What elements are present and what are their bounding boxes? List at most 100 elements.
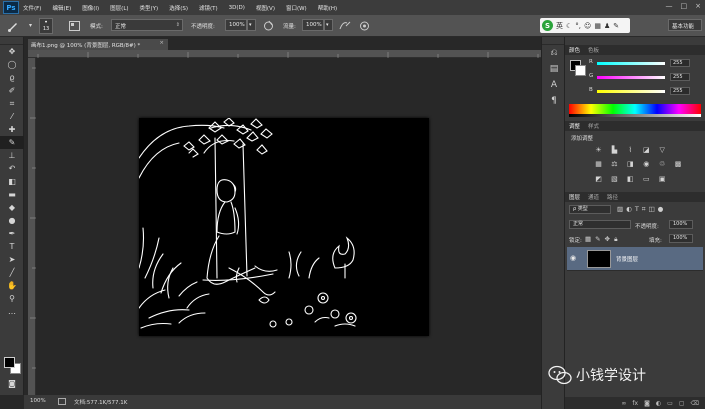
vertical-ruler[interactable]: [28, 58, 36, 395]
color-lookup-icon[interactable]: ▩: [673, 158, 684, 169]
opacity-input[interactable]: 100%: [225, 19, 247, 31]
flow-dropdown[interactable]: ▾: [324, 19, 333, 31]
moon-icon[interactable]: ☾: [566, 22, 572, 30]
sogou-icon[interactable]: S: [542, 20, 553, 31]
color-spectrum-bar[interactable]: [569, 104, 701, 114]
smart-filter-icon[interactable]: ◫: [648, 205, 654, 214]
selective-color-icon[interactable]: ▣: [657, 173, 668, 184]
adjustment-filter-icon[interactable]: ◐: [626, 205, 632, 214]
healing-icon[interactable]: ✚: [0, 123, 24, 136]
new-layer-icon[interactable]: ▢: [679, 400, 685, 407]
hue-saturation-icon[interactable]: ▦: [593, 158, 604, 169]
exposure-icon[interactable]: ◪: [641, 144, 652, 155]
marquee-icon[interactable]: ◯: [0, 58, 24, 71]
more-tools-icon[interactable]: …: [0, 305, 24, 318]
tab-styles[interactable]: 样式: [588, 122, 599, 130]
levels-icon[interactable]: ▙: [609, 144, 620, 155]
lasso-icon[interactable]: ϱ: [0, 71, 24, 84]
tab-paths[interactable]: 路径: [607, 193, 618, 201]
menu-image[interactable]: 图像(I): [82, 4, 99, 12]
panel-background-swatch[interactable]: [575, 65, 586, 76]
layer-style-icon[interactable]: fx: [632, 400, 638, 407]
layer-name[interactable]: 背景图层: [616, 255, 638, 263]
punctuation-icon[interactable]: °,: [575, 22, 581, 30]
emoji-icon[interactable]: ☺: [584, 22, 591, 30]
grayscale-ramp[interactable]: [569, 114, 701, 117]
blue-slider[interactable]: B 255: [589, 87, 701, 96]
crop-icon[interactable]: ⌗: [0, 97, 24, 110]
wrench-icon[interactable]: ✎: [613, 22, 619, 30]
add-mask-icon[interactable]: ◙: [644, 400, 650, 407]
path-select-icon[interactable]: ➤: [0, 253, 24, 266]
pressure-size-icon[interactable]: [358, 19, 371, 32]
document-tab[interactable]: 画布1.png @ 100% (背景图层, RGB/8#) * ×: [28, 39, 168, 50]
close-icon[interactable]: ×: [695, 2, 701, 10]
type-filter-icon[interactable]: T: [635, 205, 639, 214]
dodge-icon[interactable]: ●: [0, 214, 24, 227]
shape-icon[interactable]: ╱: [0, 266, 24, 279]
eraser-icon[interactable]: ◧: [0, 175, 24, 188]
link-layers-icon[interactable]: ∞: [621, 400, 626, 407]
tab-swatches[interactable]: 色板: [588, 46, 599, 54]
red-track[interactable]: [597, 62, 665, 65]
paragraph-icon[interactable]: ¶: [542, 93, 566, 109]
menu-select[interactable]: 选择(S): [169, 4, 188, 12]
photo-filter-icon[interactable]: ◉: [641, 158, 652, 169]
gradient-icon[interactable]: ▬: [0, 188, 24, 201]
lock-transparency-icon[interactable]: ▦: [585, 235, 591, 244]
menu-layer[interactable]: 图层(L): [110, 4, 128, 12]
airbrush-icon[interactable]: [338, 19, 351, 32]
lock-position-icon[interactable]: ✥: [605, 235, 610, 244]
maximize-icon[interactable]: □: [681, 2, 688, 10]
keyboard-icon[interactable]: ▦: [594, 22, 601, 30]
layer-kind-filter[interactable]: ρ 类型: [569, 205, 611, 214]
type-icon[interactable]: T: [0, 240, 24, 253]
quick-mask-icon[interactable]: ◙: [0, 377, 24, 390]
green-slider[interactable]: G 255: [589, 73, 701, 82]
pen-icon[interactable]: ✒: [0, 227, 24, 240]
menu-view[interactable]: 视图(V): [256, 4, 275, 12]
horizontal-ruler[interactable]: [28, 50, 541, 58]
pixel-filter-icon[interactable]: ▨: [617, 205, 623, 214]
opacity-dropdown[interactable]: ▾: [247, 19, 256, 31]
blue-value[interactable]: 255: [670, 87, 690, 95]
menu-filter[interactable]: 滤镜(T): [199, 4, 218, 12]
black-white-icon[interactable]: ◨: [625, 158, 636, 169]
workspace-select[interactable]: 基本功能: [668, 19, 702, 31]
channel-mixer-icon[interactable]: ♲: [657, 158, 668, 169]
visibility-eye-icon[interactable]: ◉: [570, 254, 576, 262]
close-document-icon[interactable]: ×: [159, 40, 164, 46]
document-profile-icon[interactable]: [58, 398, 66, 405]
zoom-icon[interactable]: ⚲: [0, 292, 24, 305]
new-group-icon[interactable]: ▭: [667, 400, 673, 407]
blend-mode-select[interactable]: 正常: [569, 220, 631, 229]
fill-input[interactable]: 100%: [669, 234, 693, 243]
minimize-icon[interactable]: —: [666, 2, 673, 10]
curves-icon[interactable]: ⌇: [625, 144, 636, 155]
foreground-color-swatch[interactable]: [4, 357, 15, 368]
filter-toggle-icon[interactable]: ●: [658, 205, 664, 214]
hand-icon[interactable]: ✋: [0, 279, 24, 292]
eyedropper-icon[interactable]: ⁄: [0, 110, 24, 123]
lock-all-icon[interactable]: 🔒︎: [614, 235, 617, 244]
menu-help[interactable]: 帮助(H): [318, 4, 337, 12]
move-icon[interactable]: ✥: [0, 45, 24, 58]
shape-filter-icon[interactable]: ⌗: [642, 205, 646, 214]
vibrance-icon[interactable]: ▽: [657, 144, 668, 155]
ime-language[interactable]: 英: [556, 21, 563, 31]
zoom-level[interactable]: 100%: [30, 398, 46, 404]
posterize-icon[interactable]: ▧: [609, 173, 620, 184]
brush-icon[interactable]: ✎: [0, 136, 24, 149]
lock-paint-icon[interactable]: ✎: [595, 235, 600, 244]
history-icon[interactable]: ⎌: [542, 45, 566, 61]
character-icon[interactable]: A: [542, 77, 566, 93]
blue-track[interactable]: [597, 90, 665, 93]
quick-select-icon[interactable]: ✐: [0, 84, 24, 97]
flow-input[interactable]: 100%: [302, 19, 324, 31]
pressure-opacity-icon[interactable]: [262, 19, 275, 32]
menu-type[interactable]: 类型(Y): [140, 4, 159, 12]
menu-edit[interactable]: 编辑(E): [52, 4, 71, 12]
menu-file[interactable]: 文件(F): [23, 4, 41, 12]
brightness-icon[interactable]: ☀: [593, 144, 604, 155]
properties-icon[interactable]: ▤: [542, 61, 566, 77]
